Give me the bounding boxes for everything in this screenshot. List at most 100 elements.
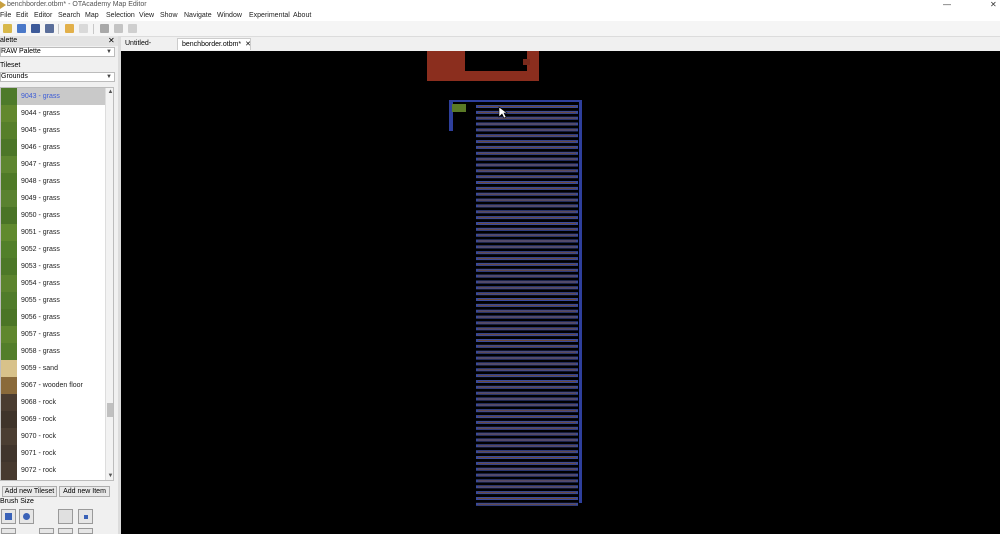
- scroll-down-icon[interactable]: ▼: [106, 472, 113, 480]
- palette-header: alette ✕: [0, 36, 118, 46]
- brush-size-1-icon[interactable]: [58, 509, 73, 524]
- add-new-tileset-button[interactable]: Add new Tileset: [2, 486, 57, 497]
- scrollbar-thumb[interactable]: [107, 403, 113, 417]
- circle-brush-icon[interactable]: [19, 509, 34, 524]
- brush-size-5-icon[interactable]: [58, 528, 73, 534]
- save-icon[interactable]: [31, 24, 40, 33]
- close-window-button[interactable]: ✕: [990, 0, 997, 9]
- border-stripe-detail: [478, 258, 576, 260]
- menu-map[interactable]: Map: [85, 10, 99, 21]
- border-stripe-detail: [478, 170, 576, 172]
- menu-edit[interactable]: Edit: [16, 10, 28, 21]
- border-stripe-detail: [478, 340, 576, 341]
- menu-search[interactable]: Search: [58, 10, 80, 21]
- border-stripe-detail: [478, 503, 576, 505]
- menu-window[interactable]: Window: [217, 10, 242, 21]
- map-canvas[interactable]: [121, 51, 1000, 534]
- list-item[interactable]: 9044 - grass: [17, 105, 105, 122]
- palette-type-select[interactable]: RAW Palette ▼: [0, 47, 115, 57]
- border-stripe-detail: [478, 416, 576, 418]
- tab-benchborder[interactable]: benchborder.otbm* ✕: [177, 38, 251, 50]
- list-item[interactable]: 9057 - grass: [17, 326, 105, 343]
- square-brush-icon[interactable]: [1, 509, 16, 524]
- list-item[interactable]: 9045 - grass: [17, 122, 105, 139]
- minimize-button[interactable]: —: [943, 0, 951, 9]
- border-stripe-detail: [478, 334, 576, 336]
- grass-tile: [452, 104, 466, 112]
- menu-show[interactable]: Show: [160, 10, 178, 21]
- menu-view[interactable]: View: [139, 10, 154, 21]
- copy-icon[interactable]: [114, 24, 123, 33]
- border-stripe-detail: [478, 421, 576, 423]
- menu-selection[interactable]: Selection: [106, 10, 135, 21]
- map-tab-strip: Untitled-1.otbm* benchborder.otbm*✕: [121, 37, 1000, 59]
- brush-size-4-icon[interactable]: [39, 528, 54, 534]
- list-item[interactable]: 9047 - grass: [17, 156, 105, 173]
- item-list-scrollbar[interactable]: ▲ ▼: [105, 88, 113, 480]
- brush-size-2-icon[interactable]: [78, 509, 93, 524]
- tileset-label: Tileset: [0, 62, 21, 69]
- tab-untitled-1[interactable]: Untitled-1.otbm*: [121, 38, 177, 59]
- paste-icon[interactable]: [128, 24, 137, 33]
- border-stripe-detail: [478, 187, 576, 189]
- cut-icon[interactable]: [100, 24, 109, 33]
- palette-close-button[interactable]: ✕: [108, 36, 115, 46]
- redo-icon[interactable]: [79, 24, 88, 33]
- list-item[interactable]: 9052 - grass: [17, 241, 105, 258]
- list-item[interactable]: 9059 - sand: [17, 360, 105, 377]
- menu-about[interactable]: About: [293, 10, 311, 21]
- list-item[interactable]: 9071 - rock: [17, 445, 105, 462]
- border-stripe-detail: [478, 263, 576, 265]
- window-title: benchborder.otbm* - OTAcademy Map Editor: [7, 1, 147, 8]
- border-stripe-detail: [478, 275, 576, 277]
- scroll-up-icon[interactable]: ▲: [106, 88, 113, 97]
- border-stripe-detail: [478, 146, 576, 148]
- border-stripe-detail: [478, 398, 576, 400]
- list-item[interactable]: 9046 - grass: [17, 139, 105, 156]
- undo-icon[interactable]: [65, 24, 74, 33]
- border-stripe-detail: [478, 123, 576, 125]
- list-item[interactable]: 9055 - grass: [17, 292, 105, 309]
- menu-file[interactable]: File: [0, 10, 11, 21]
- list-item[interactable]: 9051 - grass: [17, 224, 105, 241]
- border-stripe-detail: [478, 351, 576, 353]
- list-item[interactable]: 9058 - grass: [17, 343, 105, 360]
- menu-experimental[interactable]: Experimental: [249, 10, 290, 21]
- list-item[interactable]: 9068 - rock: [17, 394, 105, 411]
- list-item[interactable]: 9050 - grass: [17, 207, 105, 224]
- save-as-icon[interactable]: [45, 24, 54, 33]
- tileset-select[interactable]: Grounds ▼: [0, 72, 115, 82]
- close-tab-icon[interactable]: ✕: [245, 41, 251, 48]
- border-stripe-detail: [478, 182, 576, 183]
- list-item[interactable]: 9048 - grass: [17, 173, 105, 190]
- list-item[interactable]: 9054 - grass: [17, 275, 105, 292]
- add-new-item-button[interactable]: Add new Item: [59, 486, 110, 497]
- list-item[interactable]: 9049 - grass: [17, 190, 105, 207]
- menu-editor[interactable]: Editor: [34, 10, 52, 21]
- list-item[interactable]: 9043 - grass: [17, 88, 105, 105]
- list-item[interactable]: 9069 - rock: [17, 411, 105, 428]
- list-item[interactable]: 9072 - rock: [17, 462, 105, 479]
- list-item[interactable]: 9053 - grass: [17, 258, 105, 275]
- border-stripe-detail: [478, 246, 576, 248]
- border-stripe-detail: [478, 410, 576, 412]
- brush-size-3-icon[interactable]: [1, 528, 16, 534]
- item-list[interactable]: 9043 - grass 9044 - grass 9045 - grass 9…: [0, 87, 114, 481]
- map-view[interactable]: [121, 51, 1000, 534]
- list-item[interactable]: 9067 - wooden floor: [17, 377, 105, 394]
- list-item[interactable]: 9070 - rock: [17, 428, 105, 445]
- border-stripes: [476, 105, 578, 506]
- open-icon[interactable]: [17, 24, 26, 33]
- new-icon[interactable]: [3, 24, 12, 33]
- mouse-cursor-icon: [498, 106, 508, 119]
- list-item[interactable]: 9056 - grass: [17, 309, 105, 326]
- border-stripe-detail: [478, 392, 576, 394]
- border-stripe-detail: [478, 498, 576, 499]
- brush-size-6-icon[interactable]: [78, 528, 93, 534]
- border-stripe-detail: [478, 486, 576, 488]
- border-stripe-detail: [478, 158, 576, 160]
- border-stripe-detail: [478, 252, 576, 254]
- border-stripe-detail: [478, 462, 576, 464]
- structure-interior: [465, 51, 527, 71]
- menu-navigate[interactable]: Navigate: [184, 10, 212, 21]
